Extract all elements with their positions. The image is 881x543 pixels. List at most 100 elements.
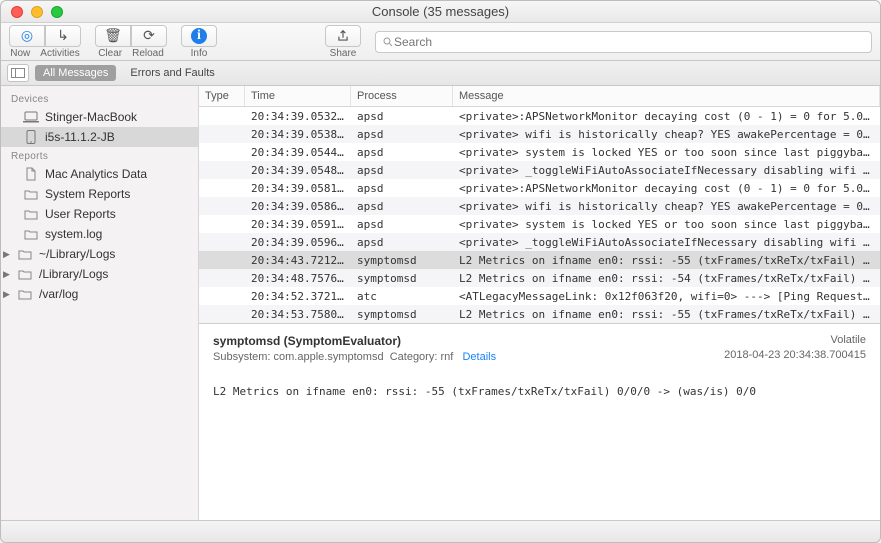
table-row[interactable]: 20:34:48.757696symptomsdL2 Metrics on if… [199,269,880,287]
cell-time: 20:34:39.059159 [245,218,351,231]
cell-process: apsd [351,128,453,141]
col-type[interactable]: Type [199,86,245,106]
detail-title: symptomsd (SymptomEvaluator) [213,334,496,348]
folder-icon [23,207,39,221]
folder-icon [17,287,33,301]
reload-button[interactable]: ⟳ [131,25,167,47]
table-row[interactable]: 20:34:39.058122apsd<private>:APSNetworkM… [199,179,880,197]
filter-errors-faults[interactable]: Errors and Faults [122,65,222,81]
minimize-icon[interactable] [31,6,43,18]
zoom-icon[interactable] [51,6,63,18]
sidebar-item-label: User Reports [45,207,116,221]
detail-timestamp: 2018-04-23 20:34:38.700415 [724,349,866,361]
toolbar: ◎ ↳ Now Activities 🗑 ⟳ Clear Reload i In… [1,23,880,61]
sidebar-device[interactable]: Stinger-MacBook [1,107,198,127]
sidebar-item-label: System Reports [45,187,130,201]
cell-process: symptomsd [351,308,453,321]
table-row[interactable]: 20:34:39.059638apsd<private> _toggleWiFi… [199,233,880,251]
sidebar-path[interactable]: ▶~/Library/Logs [1,244,198,264]
table-row[interactable]: 20:34:39.058653apsd<private> wifi is his… [199,197,880,215]
log-rows: 20:34:39.053284apsd<private>:APSNetworkM… [199,107,880,323]
sidebar-item-label: ~/Library/Logs [39,247,115,261]
share-label: Share [330,48,357,59]
table-row[interactable]: 20:34:53.758001symptomsdL2 Metrics on if… [199,305,880,323]
sidebar-icon [11,68,25,78]
folder-icon [23,227,39,241]
table-row[interactable]: 20:34:39.059159apsd<private> system is l… [199,215,880,233]
cell-process: symptomsd [351,254,453,267]
now-label: Now [10,48,30,59]
sidebar-report[interactable]: Mac Analytics Data [1,164,198,184]
reports-section-title: Reports [1,147,198,164]
sidebar-item-label: Stinger-MacBook [45,110,137,124]
cell-time: 20:34:53.758001 [245,308,351,321]
info-icon: i [191,28,207,44]
sidebar-report[interactable]: System Reports [1,184,198,204]
disclosure-icon: ▶ [3,269,11,280]
col-message[interactable]: Message [453,86,880,106]
cell-message: <private> system is locked YES or too so… [453,146,880,159]
info-button[interactable]: i [181,25,217,47]
cell-message: <private> wifi is historically cheap? YE… [453,200,880,213]
console-window: Console (35 messages) ◎ ↳ Now Activities… [0,0,881,543]
cell-time: 20:34:39.053845 [245,128,351,141]
cell-time: 20:34:52.372115 [245,290,351,303]
cell-time: 20:34:43.721253 [245,254,351,267]
cell-message: L2 Metrics on ifname en0: rssi: -55 (txF… [453,254,880,267]
table-row[interactable]: 20:34:39.053845apsd<private> wifi is his… [199,125,880,143]
share-icon [336,29,350,43]
sidebar-toggle-button[interactable] [7,64,29,82]
table-row[interactable]: 20:34:39.053284apsd<private>:APSNetworkM… [199,107,880,125]
detail-sub: Subsystem: com.apple.symptomsd Category:… [213,351,496,363]
disclosure-icon: ▶ [3,289,11,300]
table-row[interactable]: 20:34:52.372115atc<ATLegacyMessageLink: … [199,287,880,305]
activities-label: Activities [40,48,79,59]
col-time[interactable]: Time [245,86,351,106]
cell-message: <private>:APSNetworkMonitor decaying cos… [453,182,880,195]
activities-button[interactable]: ↳ [45,25,81,47]
clear-button[interactable]: 🗑 [95,25,131,47]
main-pane: Type Time Process Message 20:34:39.05328… [199,86,880,520]
info-label: Info [191,48,208,59]
folder-icon [17,247,33,261]
sidebar-report[interactable]: system.log [1,224,198,244]
search-input[interactable] [394,35,865,49]
cell-message: <private> _toggleWiFiAutoAssociateIfNece… [453,164,880,177]
trash-icon: 🗑 [104,27,122,44]
cell-process: apsd [351,200,453,213]
search-field[interactable] [375,31,872,53]
now-button[interactable]: ◎ [9,25,45,47]
col-process[interactable]: Process [351,86,453,106]
cell-time: 20:34:39.054846 [245,164,351,177]
cell-message: L2 Metrics on ifname en0: rssi: -55 (txF… [453,308,880,321]
details-link[interactable]: Details [462,351,496,363]
cell-message: <private> _toggleWiFiAutoAssociateIfNece… [453,236,880,249]
folder-icon [17,267,33,281]
traffic-lights [1,6,63,18]
cell-time: 20:34:39.058122 [245,182,351,195]
share-button[interactable] [325,25,361,47]
sidebar-path[interactable]: ▶ /Library/Logs [1,264,198,284]
cell-process: atc [351,290,453,303]
cell-process: apsd [351,218,453,231]
filter-bar: All Messages Errors and Faults [1,61,880,86]
footer [1,520,880,542]
cell-process: apsd [351,110,453,123]
sidebar-report[interactable]: User Reports [1,204,198,224]
sidebar-item-label: /var/log [39,287,78,301]
table-row[interactable]: 20:34:39.054462apsd<private> system is l… [199,143,880,161]
cell-time: 20:34:48.757696 [245,272,351,285]
table-row[interactable]: 20:34:39.054846apsd<private> _toggleWiFi… [199,161,880,179]
filter-all-messages[interactable]: All Messages [35,65,116,81]
table-row[interactable]: 20:34:43.721253symptomsdL2 Metrics on if… [199,251,880,269]
close-icon[interactable] [11,6,23,18]
target-icon: ◎ [21,27,33,44]
cell-time: 20:34:39.054462 [245,146,351,159]
sidebar-item-label: /Library/Logs [39,267,108,281]
sidebar-path[interactable]: ▶ /var/log [1,284,198,304]
phone-icon [23,130,39,144]
cell-process: apsd [351,146,453,159]
sidebar-device[interactable]: i5s-11.1.2-JB [1,127,198,147]
cell-process: apsd [351,182,453,195]
reload-label: Reload [132,48,164,59]
